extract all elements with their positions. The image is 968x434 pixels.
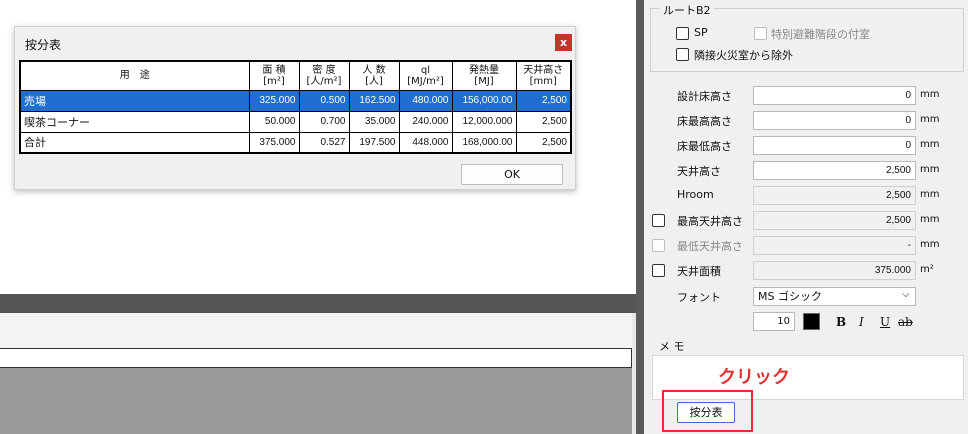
table-cell-area: 50.000 [248,110,300,133]
column-header: 発熱量 [MJ] [451,60,517,91]
highlight-box [662,390,753,432]
field-label: 床最低高さ [677,140,732,153]
field-input[interactable]: 0 [753,136,916,155]
field-input[interactable]: 0 [753,111,916,130]
lower-pane-area [0,368,636,434]
table-cell-people: 197.500 [348,131,400,154]
stair-label: 特別避難階段の付室 [771,28,870,41]
table-cell-density: 0.527 [298,131,350,154]
lower-pane-header [0,313,636,348]
canvas-divider [0,294,636,313]
dialog-title: 按分表 [25,38,62,52]
font-select[interactable]: MS ゴシック [753,287,916,306]
field-checkbox[interactable] [652,214,665,227]
table-cell-heat: 12,000.000 [451,110,517,133]
table-row[interactable]: 売場 325.000 0.500 162.500 480.000 156,000.00 2,… [19,89,572,112]
sp-checkbox[interactable] [676,27,689,40]
table-cell-name: 喫茶コーナー [19,110,250,133]
table-row[interactable]: 合計 375.000 0.527 197.500 448.000 168,000.00 2,… [19,131,572,154]
table-cell-ceiling: 2,500 [515,89,572,112]
table-cell-area: 375.000 [248,131,300,154]
italic-button[interactable]: I [859,315,864,329]
font-size-input[interactable]: 10 [753,312,795,331]
field-input: - [753,236,916,255]
lower-pane-strip [0,348,632,368]
exclude-checkbox[interactable] [676,48,689,61]
column-header: 天井高さ [mm] [515,60,572,91]
chevron-down-icon[interactable]: ⌵ [902,289,910,300]
table-cell-heat: 156,000.00 [451,89,517,112]
column-header: 用 途 [19,60,250,91]
field-label: 最高天井高さ [677,215,743,228]
table-cell-density: 0.700 [298,110,350,133]
table-row[interactable]: 喫茶コーナー 50.000 0.700 35.000 240.000 12,000.000… [19,110,572,133]
table-cell-ceiling: 2,500 [515,131,572,154]
column-header: 人 数 [人] [348,60,400,91]
exclude-label: 隣接火災室から除外 [694,49,793,62]
column-header: 密 度 [人/m²] [298,60,350,91]
field-label: 床最高高さ [677,115,732,128]
underline-button[interactable]: U [880,315,890,329]
table-cell-heat: 168,000.00 [451,131,517,154]
field-label: 設計床高さ [677,90,732,103]
field-input: 2,500 [753,186,916,205]
table-cell-people: 162.500 [348,89,400,112]
table-cell-density: 0.500 [298,89,350,112]
font-color-swatch[interactable] [803,313,820,330]
field-unit: mm [920,114,940,125]
field-label: Hroom [677,188,714,201]
column-header: 面 積 [m²] [248,60,300,91]
group-title: ルートB2 [660,2,714,18]
apportion-dialog: 按分表 x 用 途面 積 [m²] 密 度 [人/m²] 人 数 [人] ql [MJ… [14,26,576,190]
field-unit: mm [920,239,940,250]
sp-label: SP [694,26,708,39]
field-unit: m² [920,264,934,275]
table-cell-name: 合計 [19,131,250,154]
column-header: ql [MJ/m²] [398,60,453,91]
field-input: 2,500 [753,211,916,230]
table-cell-area: 325.000 [248,89,300,112]
table-cell-ql: 480.000 [398,89,453,112]
bold-button[interactable]: B [836,315,846,329]
table-cell-name: 売場 [19,89,250,112]
field-checkbox[interactable] [652,264,665,277]
table-cell-ql: 448.000 [398,131,453,154]
stair-checkbox [754,27,767,40]
ok-button[interactable]: OK [461,164,563,185]
table-cell-people: 35.000 [348,110,400,133]
table-cell-ceiling: 2,500 [515,110,572,133]
field-label: 天井面積 [677,265,721,278]
field-unit: mm [920,164,940,175]
memo-label: メ モ [659,340,685,353]
field-unit: mm [920,189,940,200]
field-unit: mm [920,89,940,100]
field-checkbox [652,239,665,252]
field-input[interactable]: 0 [753,86,916,105]
field-input[interactable]: 2,500 [753,161,916,180]
field-label: 最低天井高さ [677,240,743,253]
panel-splitter[interactable] [636,0,644,434]
field-input: 375.000 [753,261,916,280]
strikethrough-button[interactable]: ab [898,315,913,329]
field-label: 天井高さ [677,165,721,178]
field-unit: mm [920,139,940,150]
font-label: フォント [677,291,721,304]
apportion-table: 用 途面 積 [m²] 密 度 [人/m²] 人 数 [人] ql [MJ/m²] 発熱… [19,60,572,154]
field-unit: mm [920,214,940,225]
close-icon[interactable]: x [555,34,572,51]
click-annotation: クリック [718,367,790,388]
table-cell-ql: 240.000 [398,110,453,133]
